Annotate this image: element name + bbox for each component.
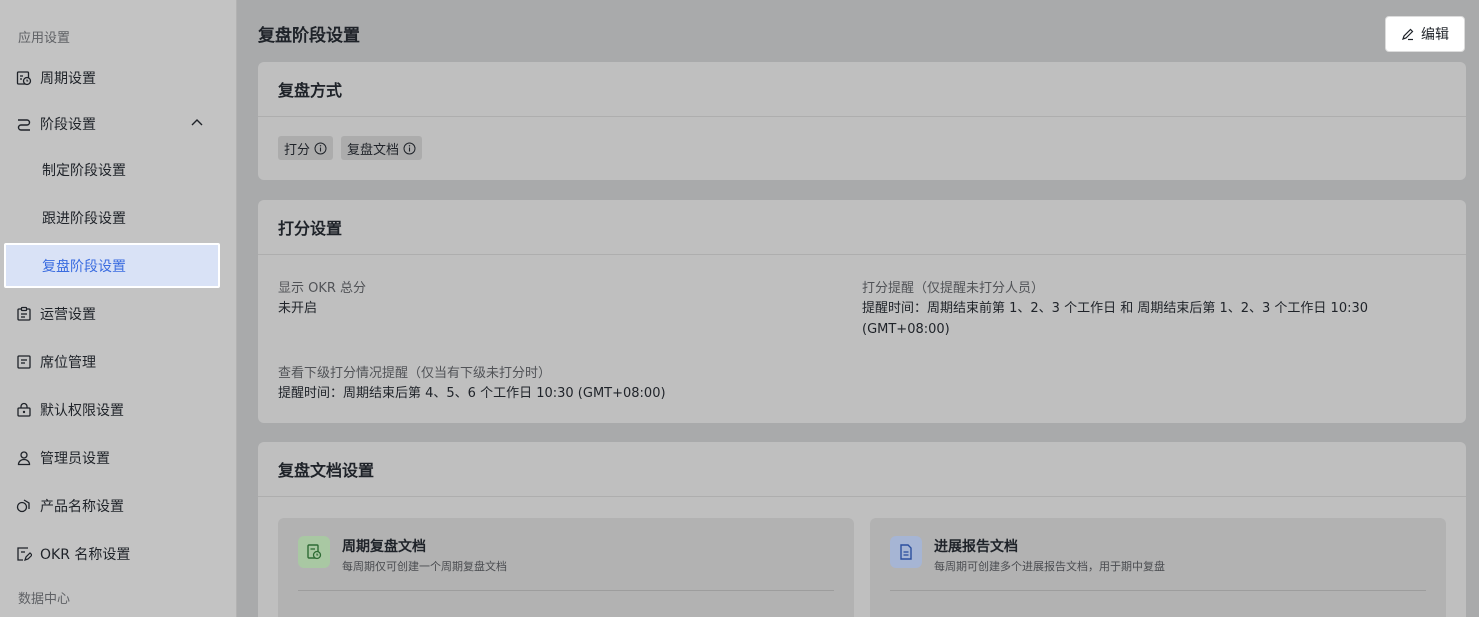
clipboard-icon (16, 306, 32, 322)
doc-settings-card: 复盘文档设置 周期复盘文档 每周期仅可创建一个周期复盘文档 进展报告文档 每周期… (258, 442, 1466, 617)
sidebar-item-stage[interactable]: 阶段设置 (16, 112, 220, 136)
sidebar-item-label: 产品名称设置 (40, 499, 124, 515)
sidebar-item-okr-name[interactable]: OKR 名称设置 (16, 542, 220, 566)
sidebar-item-cycle[interactable]: 周期设置 (16, 66, 220, 90)
remind-label: 打分提醒（仅提醒未打分人员） (862, 281, 1045, 296)
cycle-doc-icon (298, 536, 330, 568)
sub-remind-value: 提醒时间：周期结束后第 4、5、6 个工作日 10:30 (GMT+08:00) (278, 386, 666, 401)
main-content: 复盘阶段设置 编辑 复盘方式 打分 复盘文档 打分设置 显示 OKR 总分 未开… (238, 0, 1479, 617)
card-title: 复盘方式 (258, 62, 1466, 117)
sidebar-item-label: 席位管理 (40, 355, 96, 371)
cycle-doc-desc: 每周期仅可创建一个周期复盘文档 (342, 560, 507, 573)
stage-flow-icon (16, 116, 32, 132)
progress-doc-icon (890, 536, 922, 568)
info-icon[interactable] (314, 142, 327, 155)
divider (298, 590, 834, 591)
card-title: 打分设置 (258, 200, 1466, 255)
sidebar-item-label: 阶段设置 (40, 117, 96, 133)
sidebar-subitem-define[interactable]: 制定阶段设置 (42, 160, 126, 180)
tag-label: 打分 (284, 142, 311, 158)
card-title: 复盘文档设置 (258, 442, 1466, 497)
sidebar-item-label: OKR 名称设置 (40, 547, 131, 563)
sidebar-item-product[interactable]: 产品名称设置 (16, 494, 220, 518)
info-icon[interactable] (403, 142, 416, 155)
user-icon (16, 450, 32, 466)
seat-list-icon (16, 354, 32, 370)
divider (890, 590, 1426, 591)
sidebar-item-admin[interactable]: 管理员设置 (16, 446, 220, 470)
edit-doc-icon (16, 546, 32, 562)
progress-doc-title: 进展报告文档 (934, 539, 1018, 555)
edit-button-label: 编辑 (1421, 27, 1449, 43)
scoring-card: 打分设置 显示 OKR 总分 未开启 打分提醒（仅提醒未打分人员） 提醒时间：周… (258, 200, 1466, 423)
sidebar-item-permission[interactable]: 默认权限设置 (16, 398, 220, 422)
tag-label: 复盘文档 (347, 142, 400, 158)
sidebar-item-label: 默认权限设置 (40, 403, 124, 419)
show-total-label: 显示 OKR 总分 (278, 281, 367, 296)
sidebar-item-ops[interactable]: 运营设置 (16, 302, 220, 326)
method-tags: 打分 复盘文档 (258, 117, 1466, 160)
page-title: 复盘阶段设置 (258, 26, 360, 46)
sidebar-item-label: 运营设置 (40, 307, 96, 323)
remind-value-tz: (GMT+08:00) (862, 322, 950, 337)
remind-value: 提醒时间：周期结束前第 1、2、3 个工作日 和 周期结束后第 1、2、3 个工… (862, 301, 1369, 316)
sidebar-item-label: 周期设置 (40, 71, 96, 87)
lock-icon (16, 402, 32, 418)
sidebar-subitem-follow[interactable]: 跟进阶段设置 (42, 208, 126, 228)
pencil-icon (1402, 28, 1414, 41)
sidebar-item-label: 管理员设置 (40, 451, 110, 467)
progress-report-doc-box[interactable]: 进展报告文档 每周期可创建多个进展报告文档，用于期中复盘 (870, 518, 1446, 617)
tag-review-doc[interactable]: 复盘文档 (341, 136, 423, 160)
sub-remind-label: 查看下级打分情况提醒（仅当有下级未打分时） (278, 366, 552, 381)
product-shapes-icon (16, 498, 32, 514)
chevron-up-icon[interactable] (190, 116, 204, 134)
sidebar-section-data-center: 数据中心 (18, 592, 71, 607)
sidebar-item-label: 复盘阶段设置 (42, 258, 126, 275)
tag-score[interactable]: 打分 (278, 136, 334, 160)
cycle-review-doc-box[interactable]: 周期复盘文档 每周期仅可创建一个周期复盘文档 (278, 518, 854, 617)
sidebar-subitem-review-active[interactable]: 复盘阶段设置 (4, 243, 220, 288)
cycle-doc-title: 周期复盘文档 (342, 539, 426, 555)
sidebar-section-app-settings: 应用设置 (18, 31, 71, 46)
edit-button[interactable]: 编辑 (1385, 16, 1465, 52)
calendar-clock-icon (16, 70, 32, 86)
progress-doc-desc: 每周期可创建多个进展报告文档，用于期中复盘 (934, 560, 1165, 573)
show-total-value: 未开启 (278, 301, 318, 316)
sidebar-item-seat[interactable]: 席位管理 (16, 350, 220, 374)
review-method-card: 复盘方式 打分 复盘文档 (258, 62, 1466, 180)
sidebar: 应用设置 周期设置 阶段设置 制定阶段设置 跟进阶段设置 复盘阶段设置 运营设置… (0, 0, 237, 617)
